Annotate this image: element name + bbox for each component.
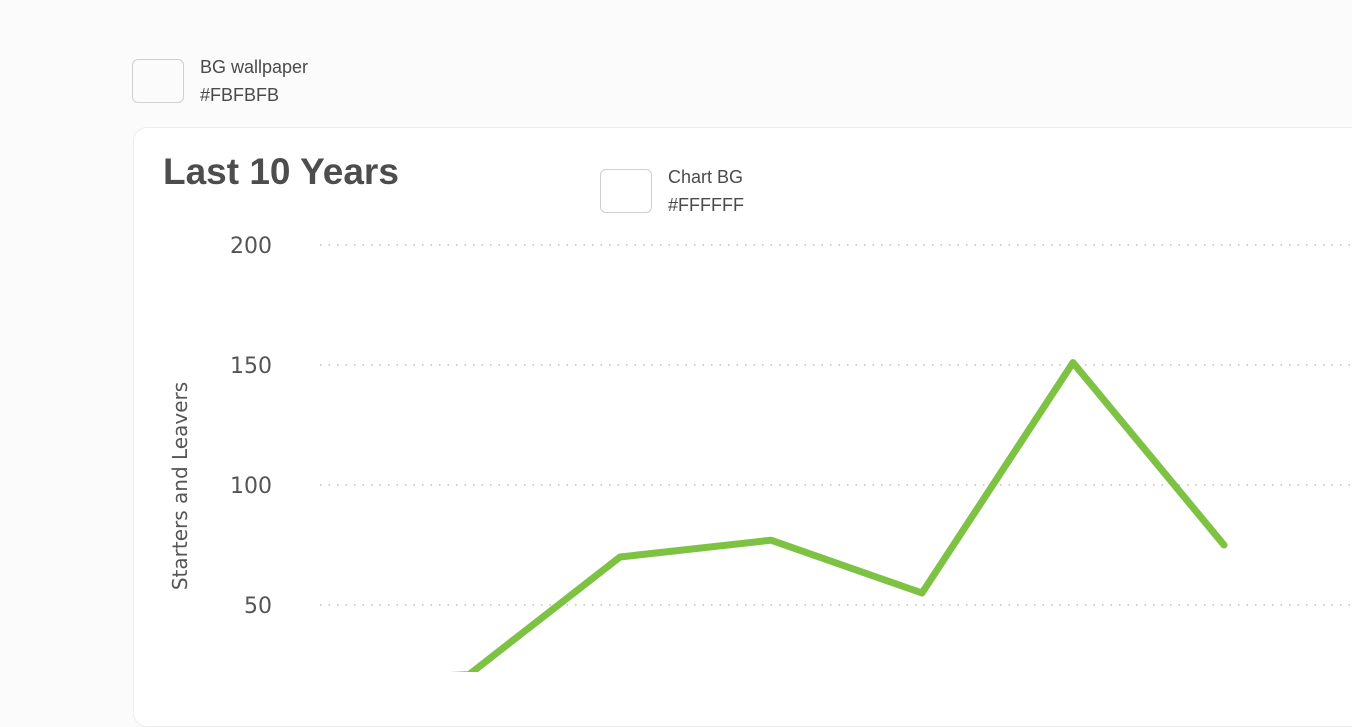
y-tick-label-100: 100 [230,474,272,499]
y-tick-label-200: 200 [230,234,272,259]
y-tick-label-50: 50 [244,594,272,619]
line-chart: 50 100 150 200 Starters and Leavers [168,234,1352,672]
y-tick-label-150: 150 [230,354,272,379]
y-axis-title: Starters and Leavers [168,382,192,590]
y-tick-labels: 50 100 150 200 [230,234,272,619]
series-layer [450,359,1228,672]
series-line-0 [450,359,1228,672]
gridlines [320,244,1352,606]
